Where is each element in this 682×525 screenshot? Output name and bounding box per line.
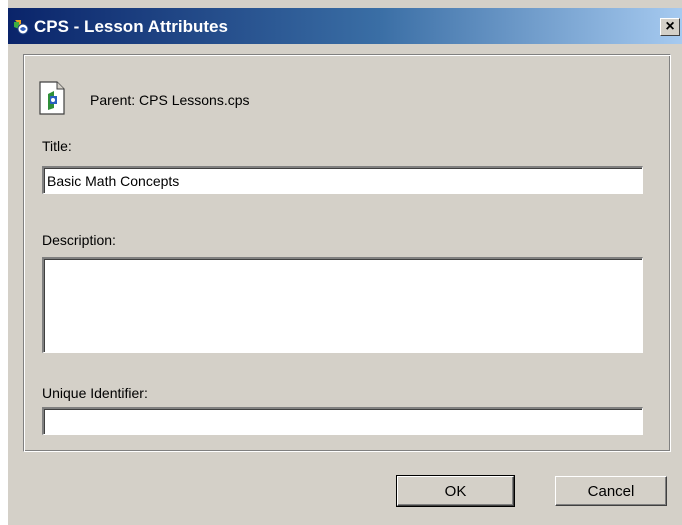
title-label: Title: [42, 138, 72, 154]
unique-identifier-input[interactable] [42, 407, 643, 435]
title-input[interactable] [42, 166, 643, 194]
document-icon [39, 81, 65, 115]
cps-app-icon [14, 20, 29, 35]
window-title: CPS - Lesson Attributes [34, 17, 228, 36]
description-textarea[interactable] [42, 257, 643, 353]
unique-identifier-label: Unique Identifier: [42, 385, 148, 401]
parent-label: Parent: CPS Lessons.cps [90, 92, 250, 108]
ok-button[interactable]: OK [396, 475, 515, 507]
title-bar[interactable]: CPS - Lesson Attributes × [8, 8, 682, 44]
close-button[interactable]: × [660, 18, 680, 36]
description-label: Description: [42, 232, 116, 248]
cancel-button[interactable]: Cancel [555, 476, 667, 506]
close-icon: × [665, 18, 675, 35]
